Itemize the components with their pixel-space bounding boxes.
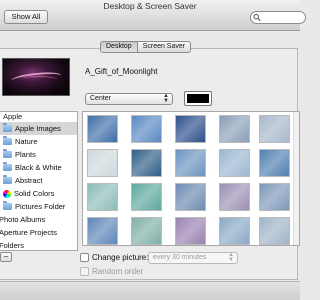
- wallpaper-thumbnail[interactable]: [87, 115, 118, 143]
- wallpaper-thumbnail[interactable]: [259, 115, 290, 143]
- wallpaper-thumbnail[interactable]: [175, 149, 206, 177]
- color-wheel-icon: [3, 189, 11, 198]
- background-color-well[interactable]: [184, 91, 212, 106]
- wallpaper-thumbnail[interactable]: [259, 149, 290, 177]
- search-icon: [253, 13, 261, 22]
- source-item-label: Pictures Folder: [15, 202, 66, 211]
- wallpaper-thumbnail[interactable]: [87, 217, 118, 245]
- title-bar: Desktop & Screen Saver Show All: [0, 0, 306, 31]
- thumbnail-grid[interactable]: [82, 111, 300, 246]
- random-order-checkbox[interactable]: [80, 267, 89, 276]
- random-order-label: Random order: [92, 267, 144, 276]
- random-order-row: Random order: [80, 267, 143, 276]
- wallpaper-thumbnail[interactable]: [219, 183, 250, 211]
- change-picture-label: Change picture:: [92, 253, 149, 262]
- folder-icon: [3, 201, 12, 210]
- source-item-plants[interactable]: Plants: [0, 148, 77, 161]
- change-picture-row: Change picture:: [80, 253, 148, 262]
- tab-bar: Desktop Screen Saver: [100, 41, 192, 53]
- wallpaper-thumbnail[interactable]: [131, 217, 162, 245]
- change-interval-value: every 30 minutes: [153, 254, 207, 261]
- source-list[interactable]: Apple Apple Images Nature Plants Black &…: [0, 111, 78, 251]
- desktop-preview-image: [2, 58, 70, 96]
- wallpaper-thumbnail[interactable]: [219, 217, 250, 245]
- search-field[interactable]: [250, 11, 306, 24]
- source-item-abstract[interactable]: Abstract: [0, 174, 77, 187]
- source-item-pictures-folder[interactable]: Pictures Folder: [0, 200, 77, 213]
- fit-dropdown-value: Center: [90, 95, 112, 102]
- window-bottom-bar: [0, 281, 300, 300]
- source-item-label: Solid Colors: [14, 189, 55, 198]
- source-group-header: Apple: [3, 112, 23, 121]
- up-down-chevron-icon: ▲ ▼: [163, 93, 169, 104]
- wallpaper-thumbnail[interactable]: [87, 183, 118, 211]
- wallpaper-thumbnail[interactable]: [87, 149, 118, 177]
- source-item-photo-albums[interactable]: Photo Albums: [0, 213, 77, 226]
- source-item-folders[interactable]: Folders: [0, 239, 77, 250]
- wallpaper-thumbnail[interactable]: [175, 183, 206, 211]
- source-item-label: Nature: [15, 137, 38, 146]
- wallpaper-thumbnail[interactable]: [175, 115, 206, 143]
- wallpaper-thumbnail[interactable]: [219, 149, 250, 177]
- source-item-solid-colors[interactable]: Solid Colors: [0, 187, 77, 200]
- source-item-nature[interactable]: Nature: [0, 135, 77, 148]
- source-item-label: Plants: [15, 150, 36, 159]
- wallpaper-thumbnail[interactable]: [259, 217, 290, 245]
- wallpaper-thumbnail[interactable]: [259, 183, 290, 211]
- tab-desktop[interactable]: Desktop: [101, 42, 137, 52]
- source-item-label: Apple Images: [15, 124, 61, 133]
- source-item-black-white[interactable]: Black & White: [0, 161, 77, 174]
- search-input[interactable]: [262, 13, 300, 22]
- wallpaper-thumbnail[interactable]: [131, 183, 162, 211]
- source-item-label: Abstract: [15, 176, 43, 185]
- folder-icon: [3, 123, 12, 132]
- change-picture-checkbox[interactable]: [80, 253, 89, 262]
- folder-icon: [3, 136, 12, 145]
- up-down-chevron-icon: ▲ ▼: [228, 252, 234, 263]
- show-all-button[interactable]: Show All: [4, 10, 48, 24]
- picture-name: A_Gift_of_Moonlight: [85, 67, 158, 76]
- wallpaper-thumbnail[interactable]: [131, 149, 162, 177]
- fit-dropdown[interactable]: Center ▲ ▼: [85, 93, 173, 105]
- source-item-label: Black & White: [15, 163, 62, 172]
- wallpaper-thumbnail[interactable]: [175, 217, 206, 245]
- folder-icon: [3, 175, 12, 184]
- source-item-apple-images[interactable]: Apple Images: [0, 122, 77, 135]
- remove-source-button[interactable]: –: [0, 252, 12, 262]
- tab-screen-saver[interactable]: Screen Saver: [136, 42, 190, 52]
- source-item-aperture-projects[interactable]: Aperture Projects: [0, 226, 77, 239]
- folder-icon: [3, 162, 12, 171]
- wallpaper-thumbnail[interactable]: [131, 115, 162, 143]
- vertical-scrollbar[interactable]: [293, 112, 299, 245]
- folder-icon: [3, 149, 12, 158]
- change-interval-dropdown[interactable]: every 30 minutes ▲ ▼: [148, 252, 238, 264]
- wallpaper-thumbnail[interactable]: [219, 115, 250, 143]
- color-swatch: [187, 94, 209, 103]
